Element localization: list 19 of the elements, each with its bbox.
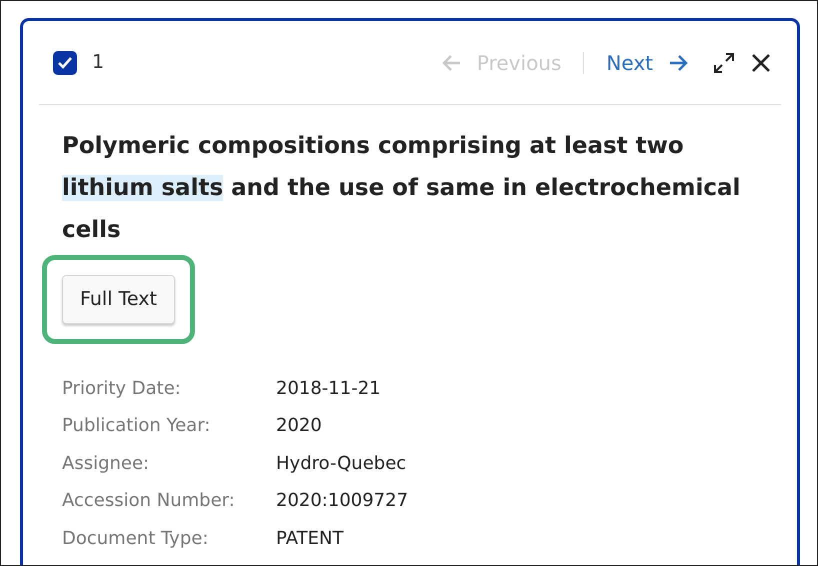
left-arrow-icon	[440, 54, 461, 72]
result-number: 1	[92, 50, 104, 76]
select-checkbox[interactable]	[53, 50, 77, 74]
field-label: Publication Year:	[62, 414, 212, 438]
full-text-button[interactable]: Full Text	[62, 275, 175, 324]
field-label: Accession Number:	[62, 489, 236, 514]
field-value: 2018-11-21	[276, 376, 381, 401]
field-value: 2020	[276, 414, 322, 438]
result-title: Polymeric compositions comprising at least two lithium salts and the use of same in electrochemical cells	[62, 132, 742, 245]
field-label: Priority Date:	[62, 376, 182, 401]
next-link[interactable]: Next	[606, 48, 689, 78]
field-label: Assignee:	[62, 452, 150, 476]
field-value: 2020:1009727	[276, 489, 408, 514]
checkmark-icon	[57, 56, 73, 70]
field-value: PATENT	[276, 526, 344, 551]
field-value: Hydro-Quebec	[276, 452, 406, 476]
expand-icon[interactable]	[713, 50, 735, 74]
field-label: Document Type:	[62, 526, 210, 551]
right-arrow-icon	[669, 54, 689, 72]
